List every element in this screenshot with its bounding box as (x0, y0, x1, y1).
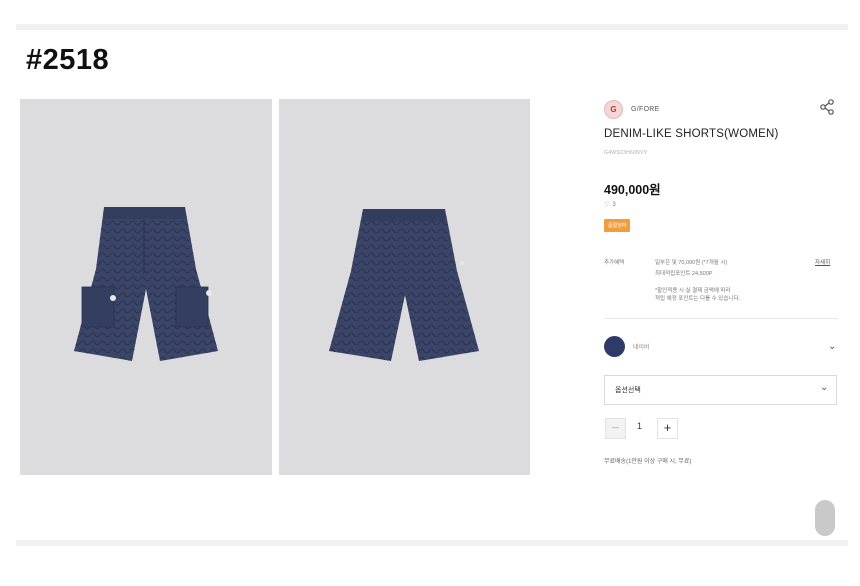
product-price: 490,000원 (604, 183, 661, 197)
bottom-divider-strip (16, 540, 848, 546)
product-code: G4WS23H60NVY (604, 150, 648, 156)
scroll-to-top-button[interactable] (815, 500, 835, 536)
share-icon[interactable] (818, 98, 836, 116)
quantity-decrease-button[interactable]: − (605, 418, 626, 439)
shorts-back-illustration (329, 209, 479, 361)
divider (604, 318, 838, 319)
like-count[interactable]: ♡ 3 (604, 201, 616, 209)
color-swatch-navy[interactable] (604, 336, 625, 357)
product-image-back[interactable] (279, 99, 530, 475)
status-badge: 품절임박 (604, 219, 631, 232)
shorts-front-illustration (74, 207, 218, 361)
chevron-down-icon: ⌄ (820, 382, 829, 393)
color-name: 네이비 (633, 345, 650, 351)
product-name: DENIM-LIKE SHORTS(WOMEN) (604, 128, 779, 140)
chevron-down-icon[interactable]: ⌄ (828, 341, 836, 352)
option-select[interactable]: 옵션선택 ⌄ (604, 375, 837, 405)
benefit-note-1: *할인적용 시 실 결제 금액에 따라 (655, 288, 731, 294)
benefit-line-1: 일부은 및 70,000원 (*7개월 시) (655, 260, 728, 266)
quantity-increase-button[interactable]: + (657, 418, 678, 439)
like-count-value: 3 (612, 201, 616, 208)
option-select-label: 옵션선택 (615, 387, 641, 394)
benefit-line-2: 최대적립포인트 24,500P (655, 271, 713, 277)
quantity-value[interactable]: 1 (637, 421, 642, 431)
brand-name[interactable]: G/FORE (631, 106, 660, 113)
benefit-label: 추가혜택 (604, 260, 625, 266)
benefit-note-2: 적립 예정 포인트는 다를 수 있습니다. (655, 296, 741, 302)
shipping-info: 무료배송(1만원 이상 구매 시, 무료) (604, 459, 692, 465)
brand-row[interactable]: G G/FORE (604, 100, 660, 119)
brand-logo-icon: G (604, 100, 623, 119)
top-divider-strip (16, 24, 848, 30)
heart-icon[interactable]: ♡ (604, 201, 609, 208)
benefit-details-link[interactable]: 자세히 (815, 258, 830, 266)
page-title: #2518 (26, 44, 110, 76)
product-image-front[interactable] (20, 99, 272, 475)
